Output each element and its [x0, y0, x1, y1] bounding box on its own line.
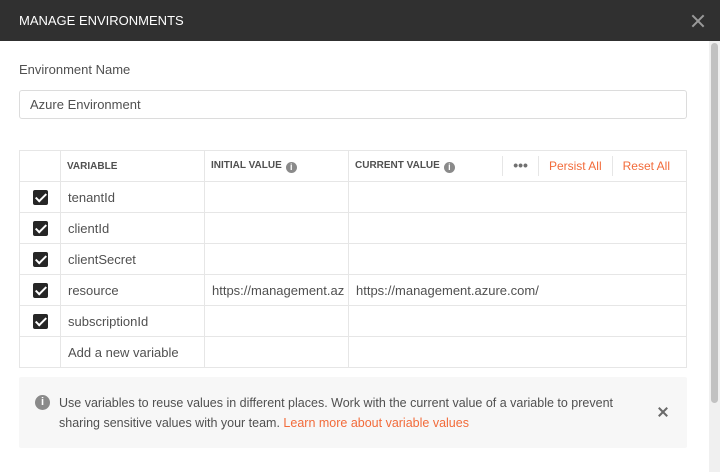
table-row: clientSecret: [19, 243, 687, 275]
variable-cell[interactable]: clientSecret: [60, 243, 205, 275]
table-header-row: VARIABLE INITIAL VALUE i CURRENT VALUE i •…: [19, 150, 687, 182]
info-banner: i Use variables to reuse values in diffe…: [19, 377, 687, 448]
scrollbar[interactable]: [709, 41, 720, 472]
table-row: clientId: [19, 212, 687, 244]
header-current-value-label: CURRENT VALUE: [355, 159, 440, 171]
current-value-cell[interactable]: [348, 212, 687, 244]
environment-name-input[interactable]: [19, 90, 687, 119]
info-icon[interactable]: i: [443, 161, 455, 173]
header-initial-value-label: INITIAL VALUE: [211, 159, 282, 171]
initial-value-cell[interactable]: [204, 305, 349, 337]
environment-name-label: Environment Name: [19, 62, 131, 77]
initial-value-cell[interactable]: [204, 336, 349, 368]
info-banner-text: Use variables to reuse values in differe…: [59, 393, 639, 433]
row-checkbox-cell: [19, 274, 61, 306]
learn-more-link[interactable]: Learn more about variable values: [283, 416, 469, 430]
row-checkbox-cell: [19, 336, 61, 368]
variable-cell[interactable]: subscriptionId: [60, 305, 205, 337]
checkbox-checked-icon[interactable]: [32, 220, 48, 236]
table-row: tenantId: [19, 181, 687, 213]
table-row: resource https://management.az https://m…: [19, 274, 687, 306]
current-value-cell[interactable]: [348, 243, 687, 275]
info-icon[interactable]: i: [285, 161, 297, 173]
table-row: subscriptionId: [19, 305, 687, 337]
close-icon[interactable]: [690, 13, 706, 29]
header-initial-value: INITIAL VALUE i: [204, 150, 349, 182]
header-variable: VARIABLE: [60, 150, 205, 182]
checkbox-checked-icon[interactable]: [32, 189, 48, 205]
add-variable-row: Add a new variable: [19, 336, 687, 368]
header-variable-label: VARIABLE: [67, 160, 118, 172]
variable-cell[interactable]: resource: [60, 274, 205, 306]
variables-table: VARIABLE INITIAL VALUE i CURRENT VALUE i •…: [19, 150, 687, 368]
row-checkbox-cell: [19, 243, 61, 275]
checkbox-checked-icon[interactable]: [32, 313, 48, 329]
initial-value-cell[interactable]: [204, 181, 349, 213]
row-checkbox-cell: [19, 212, 61, 244]
more-options-icon[interactable]: •••: [502, 156, 538, 176]
add-variable-input[interactable]: Add a new variable: [60, 336, 205, 368]
current-value-cell[interactable]: [348, 181, 687, 213]
info-icon: i: [35, 395, 50, 410]
current-value-cell[interactable]: [348, 305, 687, 337]
row-checkbox-cell: [19, 181, 61, 213]
initial-value-cell[interactable]: https://management.az: [204, 274, 349, 306]
variable-cell[interactable]: clientId: [60, 212, 205, 244]
scrollbar-thumb[interactable]: [711, 43, 718, 403]
checkbox-checked-icon[interactable]: [32, 251, 48, 267]
dialog-titlebar: MANAGE ENVIRONMENTS: [0, 0, 720, 41]
dialog-title: MANAGE ENVIRONMENTS: [19, 13, 184, 28]
header-current-value: CURRENT VALUE i ••• Persist All Reset All: [348, 150, 687, 182]
close-icon[interactable]: [657, 406, 669, 418]
current-value-cell[interactable]: https://management.azure.com/: [348, 274, 687, 306]
header-checkbox-cell: [19, 150, 61, 182]
current-value-cell[interactable]: [348, 336, 687, 368]
initial-value-cell[interactable]: [204, 243, 349, 275]
row-checkbox-cell: [19, 305, 61, 337]
reset-all-button[interactable]: Reset All: [611, 156, 680, 176]
initial-value-cell[interactable]: [204, 212, 349, 244]
checkbox-checked-icon[interactable]: [32, 282, 48, 298]
persist-all-button[interactable]: Persist All: [537, 156, 612, 176]
variable-cell[interactable]: tenantId: [60, 181, 205, 213]
